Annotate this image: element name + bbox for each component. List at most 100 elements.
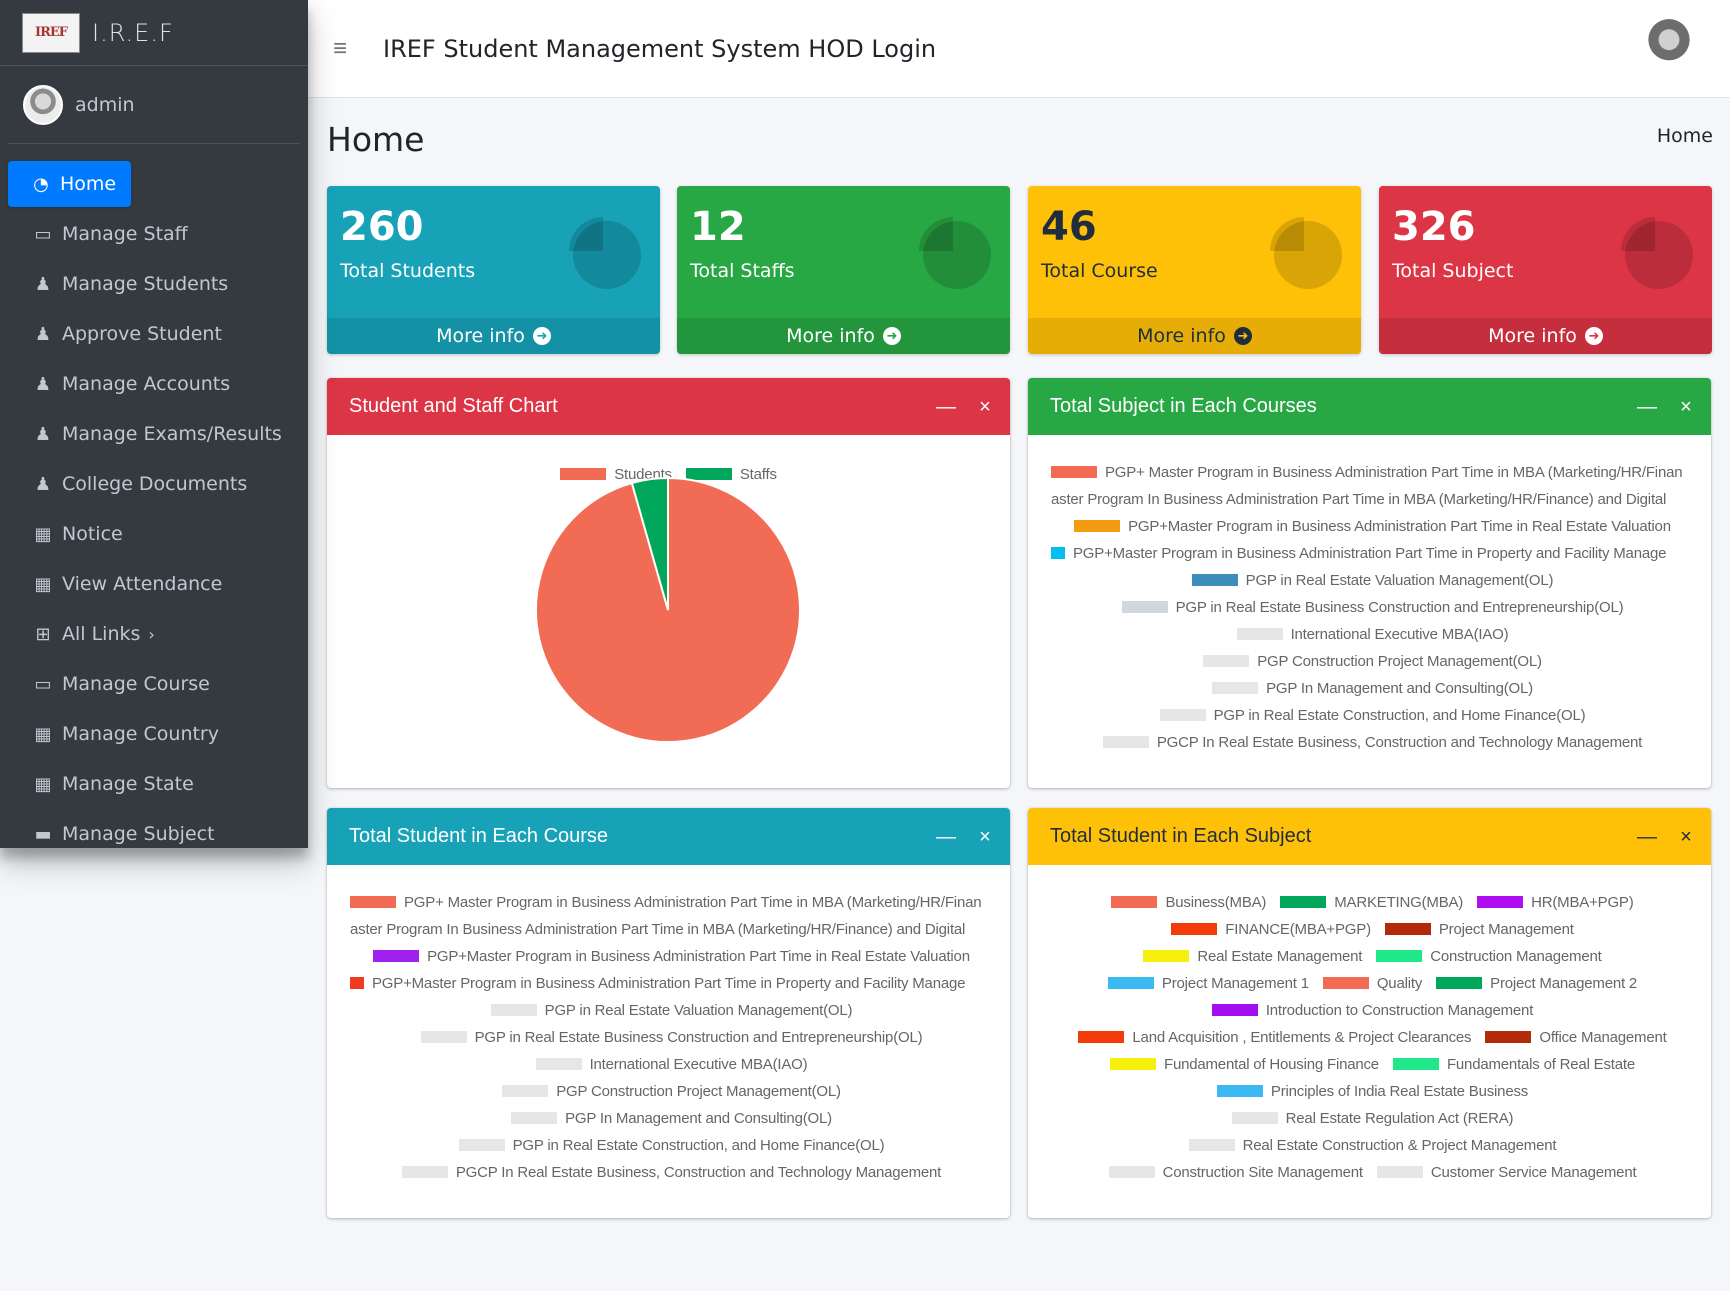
legend-swatch[interactable] — [1108, 1166, 1155, 1179]
legend-swatch[interactable] — [1078, 1031, 1125, 1044]
legend-label[interactable]: PGP in Real Estate Valuation Management(… — [1246, 572, 1554, 589]
legend-label[interactable]: Project Management 2 — [1490, 975, 1637, 992]
legend-label[interactable]: Customer Service Management — [1431, 1164, 1637, 1181]
legend-swatch[interactable] — [1216, 1085, 1263, 1098]
more-info-link[interactable]: More info ➜ — [1379, 318, 1712, 354]
legend-swatch[interactable] — [1236, 628, 1283, 641]
legend-label[interactable]: PGP in Real Estate Construction, and Hom… — [1214, 707, 1586, 724]
legend-swatch[interactable] — [1376, 1166, 1423, 1179]
legend-swatch[interactable] — [1051, 547, 1065, 560]
sidebar-item-view-attendance[interactable]: ▦ View Attendance — [8, 561, 300, 607]
legend-label[interactable]: PGP in Real Estate Business Construction… — [1176, 599, 1624, 616]
legend-swatch[interactable] — [1203, 655, 1250, 668]
legend-label[interactable]: Fundamental of Housing Finance — [1164, 1056, 1379, 1073]
legend-label[interactable]: Project Management — [1439, 921, 1574, 938]
legend-label[interactable]: Quality — [1377, 975, 1422, 992]
legend-label[interactable]: Principles of India Real Estate Business — [1271, 1083, 1528, 1100]
legend-label[interactable]: aster Program In Business Administration… — [350, 921, 965, 938]
legend-swatch[interactable] — [1231, 1112, 1278, 1125]
legend-label[interactable]: Office Management — [1539, 1029, 1666, 1046]
legend-label[interactable]: PGP+ Master Program in Business Administ… — [404, 894, 982, 911]
legend-label[interactable]: Fundamentals of Real Estate — [1447, 1056, 1635, 1073]
legend-swatch[interactable] — [1392, 1058, 1439, 1071]
legend-swatch[interactable] — [350, 896, 396, 909]
legend-label[interactable]: aster Program In Business Administration… — [1051, 491, 1666, 508]
more-info-link[interactable]: More info ➜ — [1028, 318, 1361, 354]
legend-swatch[interactable] — [1188, 1139, 1235, 1152]
legend-label[interactable]: Business(MBA) — [1165, 894, 1266, 911]
legend-label[interactable]: HR(MBA+PGP) — [1531, 894, 1634, 911]
close-icon[interactable]: × — [1677, 396, 1695, 419]
legend-label[interactable]: PGP in Real Estate Construction, and Hom… — [513, 1137, 885, 1154]
legend-label[interactable]: PGP In Management and Consulting(OL) — [565, 1110, 832, 1127]
sidebar-item-notice[interactable]: ▦ Notice — [8, 511, 300, 557]
more-info-link[interactable]: More info ➜ — [677, 318, 1010, 354]
header-avatar[interactable] — [1638, 18, 1700, 80]
legend-swatch[interactable] — [502, 1085, 549, 1098]
sidebar-item-manage-staff[interactable]: ▭ Manage Staff — [8, 211, 300, 257]
more-info-link[interactable]: More info ➜ — [327, 318, 660, 354]
close-icon[interactable]: × — [976, 826, 994, 849]
sidebar-item-manage-subject[interactable]: ▬ Manage Subject — [8, 811, 300, 848]
sidebar-item-college-documents[interactable]: ♟ College Documents — [8, 461, 300, 507]
legend-label[interactable]: PGCP In Real Estate Business, Constructi… — [1157, 734, 1642, 751]
close-icon[interactable]: × — [976, 396, 994, 419]
menu-toggle-icon[interactable]: ≡ — [333, 35, 363, 63]
legend-swatch[interactable] — [1322, 977, 1369, 990]
legend-label[interactable]: Real Estate Management — [1197, 948, 1362, 965]
minimize-icon[interactable]: — — [1637, 826, 1657, 849]
legend-label[interactable]: Real Estate Construction & Project Manag… — [1243, 1137, 1557, 1154]
legend-swatch[interactable] — [490, 1004, 537, 1017]
legend-swatch[interactable] — [420, 1031, 467, 1044]
minimize-icon[interactable]: — — [1637, 396, 1657, 419]
brand-link[interactable]: IREF I.R.E.F — [0, 0, 308, 66]
legend-label[interactable]: PGP+Master Program in Business Administr… — [372, 975, 965, 992]
breadcrumb[interactable]: Home — [1657, 125, 1713, 147]
legend-swatch[interactable] — [1107, 977, 1154, 990]
legend-label[interactable]: PGCP In Real Estate Business, Constructi… — [456, 1164, 941, 1181]
legend-label[interactable]: PGP in Real Estate Business Construction… — [475, 1029, 923, 1046]
legend-label[interactable]: PGP+Master Program in Business Administr… — [427, 948, 970, 965]
legend-label[interactable]: PGP+Master Program in Business Administr… — [1128, 518, 1671, 535]
legend-swatch[interactable] — [1121, 601, 1168, 614]
sidebar-item-manage-course[interactable]: ▭ Manage Course — [8, 661, 300, 707]
legend-swatch[interactable] — [1212, 682, 1259, 695]
legend-swatch[interactable] — [511, 1112, 558, 1125]
legend-label[interactable]: PGP In Management and Consulting(OL) — [1266, 680, 1533, 697]
legend-swatch[interactable] — [350, 977, 364, 990]
sidebar-item-manage-country[interactable]: ▦ Manage Country — [8, 711, 300, 757]
legend-swatch[interactable] — [458, 1139, 505, 1152]
legend-swatch[interactable] — [1074, 520, 1121, 533]
sidebar-item-manage-accounts[interactable]: ♟ Manage Accounts — [8, 361, 300, 407]
legend-swatch[interactable] — [1159, 709, 1206, 722]
legend-label[interactable]: MARKETING(MBA) — [1334, 894, 1463, 911]
legend-label[interactable]: Land Acquisition , Entitlements & Projec… — [1132, 1029, 1471, 1046]
legend-swatch[interactable] — [1384, 923, 1431, 936]
user-name[interactable]: admin — [75, 94, 135, 116]
legend-swatch[interactable] — [401, 1166, 448, 1179]
minimize-icon[interactable]: — — [936, 396, 956, 419]
sidebar-item-approve-student[interactable]: ♟ Approve Student — [8, 311, 300, 357]
legend-swatch[interactable] — [1376, 950, 1423, 963]
legend-swatch[interactable] — [1280, 896, 1327, 909]
legend-label[interactable]: Construction Management — [1430, 948, 1602, 965]
legend-label[interactable]: Construction Site Management — [1163, 1164, 1364, 1181]
legend-swatch[interactable] — [1111, 896, 1158, 909]
legend-swatch[interactable] — [1485, 1031, 1532, 1044]
legend-label[interactable]: International Executive MBA(IAO) — [590, 1056, 808, 1073]
minimize-icon[interactable]: — — [936, 826, 956, 849]
sidebar-item-all-links[interactable]: ⊞ All Links › — [8, 611, 300, 657]
legend-label[interactable]: FINANCE(MBA+PGP) — [1225, 921, 1371, 938]
legend-label[interactable]: Real Estate Regulation Act (RERA) — [1286, 1110, 1514, 1127]
legend-label[interactable]: PGP+ Master Program in Business Administ… — [1105, 464, 1683, 481]
sidebar-item-manage-state[interactable]: ▦ Manage State — [8, 761, 300, 807]
sidebar-item-home[interactable]: ◔ Home — [8, 161, 131, 207]
legend-label[interactable]: Introduction to Construction Management — [1266, 1002, 1534, 1019]
legend-swatch[interactable] — [535, 1058, 582, 1071]
legend-swatch[interactable] — [1143, 950, 1190, 963]
sidebar-item-manage-exams[interactable]: ♟ Manage Exams/Results — [8, 411, 300, 457]
legend-label[interactable]: PGP+Master Program in Business Administr… — [1073, 545, 1666, 562]
legend-swatch[interactable] — [1436, 977, 1483, 990]
close-icon[interactable]: × — [1677, 826, 1695, 849]
legend-swatch[interactable] — [1109, 1058, 1156, 1071]
